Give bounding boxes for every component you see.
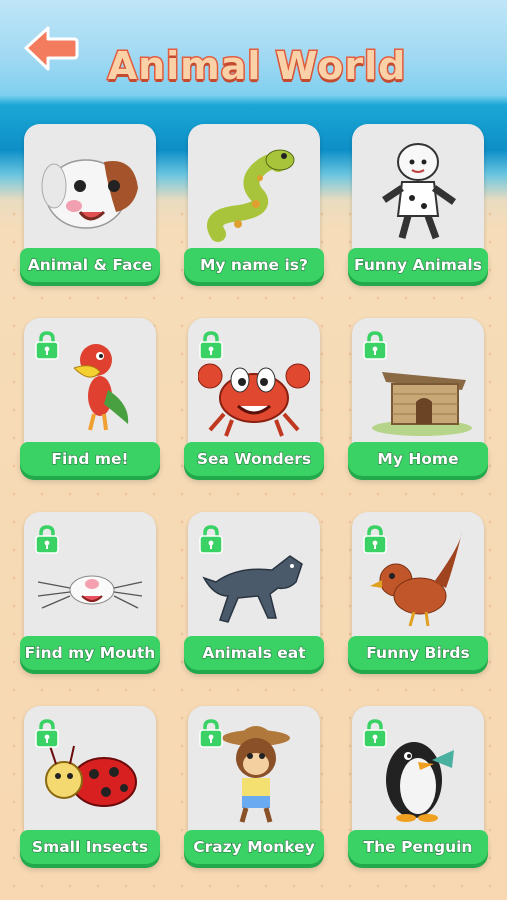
boy-in-dog-costume-icon xyxy=(382,143,457,240)
card-animals-eat[interactable]: Animals eat xyxy=(184,512,324,678)
card-sea-wonders[interactable]: Sea Wonders xyxy=(184,318,324,484)
lock-icon xyxy=(198,718,224,748)
lock-icon xyxy=(198,524,224,554)
card-funny-animals[interactable]: Funny Animals xyxy=(348,124,488,290)
lock-icon xyxy=(362,718,388,748)
lock-icon xyxy=(34,524,60,554)
card-funny-birds[interactable]: Funny Birds xyxy=(348,512,488,678)
lock-icon xyxy=(198,330,224,360)
dog-icon xyxy=(41,159,138,229)
category-grid: Animal & Face My name is? Funny Animals xyxy=(0,0,507,900)
card-find-me[interactable]: Find me! xyxy=(20,318,160,484)
card-label: Sea Wonders xyxy=(184,442,324,476)
card-my-home[interactable]: My Home xyxy=(348,318,488,484)
card-label: My name is? xyxy=(184,248,324,282)
lock-icon xyxy=(34,718,60,748)
lock-icon xyxy=(362,524,388,554)
card-label: Small Insects xyxy=(20,830,160,864)
card-find-my-mouth[interactable]: Find my Mouth xyxy=(20,512,160,678)
card-label: Find me! xyxy=(20,442,160,476)
card-small-insects[interactable]: Small Insects xyxy=(20,706,160,872)
card-label: Animals eat xyxy=(184,636,324,670)
card-the-penguin[interactable]: The Penguin xyxy=(348,706,488,872)
card-label: Funny Animals xyxy=(348,248,488,282)
lock-icon xyxy=(34,330,60,360)
card-label: Crazy Monkey xyxy=(184,830,324,864)
card-label: Find my Mouth xyxy=(20,636,160,670)
snake-icon xyxy=(207,149,295,242)
card-my-name-is[interactable]: My name is? xyxy=(184,124,324,290)
card-animal-face[interactable]: Animal & Face xyxy=(20,124,160,290)
lock-icon xyxy=(362,330,388,360)
card-crazy-monkey[interactable]: Crazy Monkey xyxy=(184,706,324,872)
card-label: My Home xyxy=(348,442,488,476)
card-label: Animal & Face xyxy=(20,248,160,282)
card-label: Funny Birds xyxy=(348,636,488,670)
card-label: The Penguin xyxy=(348,830,488,864)
